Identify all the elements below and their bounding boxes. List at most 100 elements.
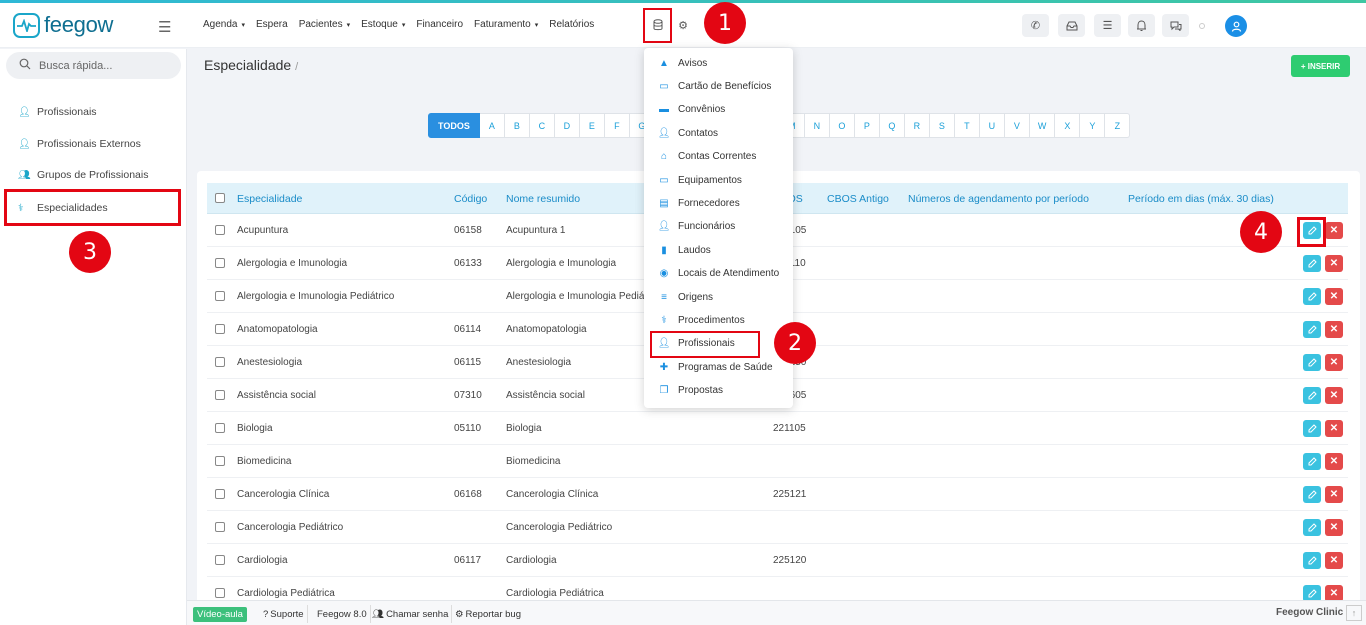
delete-button[interactable]: ✕ bbox=[1325, 321, 1343, 338]
nav-item-financeiro[interactable]: Financeiro bbox=[416, 19, 463, 30]
edit-button[interactable] bbox=[1303, 552, 1321, 569]
delete-button[interactable]: ✕ bbox=[1325, 255, 1343, 272]
delete-button[interactable]: ✕ bbox=[1325, 222, 1343, 239]
menu-item-convenios[interactable]: ▬ Convênios bbox=[658, 104, 725, 116]
nav-item-espera[interactable]: Espera bbox=[256, 19, 288, 30]
inbox-icon[interactable] bbox=[1058, 14, 1085, 37]
edit-button[interactable] bbox=[1303, 486, 1321, 503]
letter-filter-a[interactable]: A bbox=[479, 113, 505, 138]
menu-item-origens[interactable]: ≡ Origens bbox=[658, 291, 713, 303]
row-checkbox[interactable] bbox=[215, 456, 225, 466]
delete-button[interactable]: ✕ bbox=[1325, 519, 1343, 536]
menu-item-fornecedores[interactable]: ▤ Fornecedores bbox=[658, 197, 739, 209]
quick-search-input[interactable]: Busca rápida... bbox=[6, 52, 181, 79]
scroll-top-icon[interactable]: ↑ bbox=[1346, 605, 1362, 621]
delete-button[interactable]: ✕ bbox=[1325, 552, 1343, 569]
sidebar-item-profissionais-externos[interactable]: 👤︎ Profissionais Externos bbox=[18, 138, 141, 150]
th-cbos-antigo[interactable]: CBOS Antigo bbox=[827, 193, 889, 205]
delete-button[interactable]: ✕ bbox=[1325, 354, 1343, 371]
edit-button[interactable] bbox=[1303, 354, 1321, 371]
sidebar-item-grupos-de-profissionais[interactable]: 👥︎ Grupos de Profissionais bbox=[18, 169, 148, 181]
menu-item-cartao-de-beneficios[interactable]: ▭ Cartão de Benefícios bbox=[658, 80, 771, 92]
delete-button[interactable]: ✕ bbox=[1325, 288, 1343, 305]
phone-icon[interactable]: ✆ bbox=[1022, 14, 1049, 37]
letter-filter-n[interactable]: N bbox=[804, 113, 830, 138]
letter-filter-c[interactable]: C bbox=[529, 113, 555, 138]
th-codigo[interactable]: Código bbox=[454, 193, 487, 205]
edit-button[interactable] bbox=[1303, 255, 1321, 272]
delete-button[interactable]: ✕ bbox=[1325, 486, 1343, 503]
feegow-logo[interactable]: feegow bbox=[13, 12, 113, 38]
row-checkbox[interactable] bbox=[215, 258, 225, 268]
chamar-senha-button[interactable]: 👥︎ Chamar senha bbox=[369, 605, 453, 623]
table-row[interactable]: Biologia 05110 Biologia 221105 ✕ bbox=[207, 412, 1348, 445]
delete-button[interactable]: ✕ bbox=[1325, 420, 1343, 437]
th-numeros-agendamento[interactable]: Números de agendamento por período bbox=[908, 193, 1089, 205]
row-checkbox[interactable] bbox=[215, 423, 225, 433]
checklist-icon[interactable]: ☰ bbox=[1094, 14, 1121, 37]
letter-filter-y[interactable]: Y bbox=[1080, 113, 1106, 138]
menu-item-equipamentos[interactable]: ▭ Equipamentos bbox=[658, 174, 742, 186]
user-avatar-icon[interactable] bbox=[1225, 15, 1247, 37]
th-nome-resumido[interactable]: Nome resumido bbox=[506, 193, 580, 205]
menu-item-contatos[interactable]: 👤︎ Contatos bbox=[658, 127, 718, 139]
edit-button[interactable] bbox=[1303, 387, 1321, 404]
edit-button[interactable] bbox=[1303, 288, 1321, 305]
letter-filter-p[interactable]: P bbox=[854, 113, 880, 138]
table-row[interactable]: Biomedicina Biomedicina ✕ bbox=[207, 445, 1348, 478]
row-checkbox[interactable] bbox=[215, 522, 225, 532]
row-checkbox[interactable] bbox=[215, 324, 225, 334]
menu-item-locais-de-atendimento[interactable]: ◉ Locais de Atendimento bbox=[658, 268, 780, 280]
letter-filter-todos[interactable]: TODOS bbox=[428, 113, 480, 138]
bell-icon[interactable] bbox=[1128, 14, 1155, 37]
th-especialidade[interactable]: Especialidade bbox=[237, 193, 302, 205]
letter-filter-d[interactable]: D bbox=[554, 113, 580, 138]
menu-item-laudos[interactable]: ▮ Laudos bbox=[658, 244, 711, 256]
insert-button[interactable]: + INSERIR bbox=[1291, 55, 1350, 77]
settings-gear-icon[interactable]: ⚙ bbox=[671, 13, 695, 37]
reportar-bug-button[interactable]: ⚙ Reportar bug bbox=[452, 605, 524, 623]
letter-filter-e[interactable]: E bbox=[579, 113, 605, 138]
edit-button[interactable] bbox=[1303, 453, 1321, 470]
video-aula-button[interactable]: Vídeo-aula bbox=[193, 605, 247, 623]
nav-item-estoque[interactable]: Estoque ▾ bbox=[361, 19, 405, 30]
table-row[interactable]: Cancerologia Clínica 06168 Cancerologia Cl… bbox=[207, 478, 1348, 511]
edit-button[interactable] bbox=[1303, 321, 1321, 338]
menu-item-funcionarios[interactable]: 👤︎ Funcionários bbox=[658, 221, 736, 233]
delete-button[interactable]: ✕ bbox=[1325, 387, 1343, 404]
letter-filter-b[interactable]: B bbox=[504, 113, 530, 138]
letter-filter-u[interactable]: U bbox=[979, 113, 1005, 138]
row-checkbox[interactable] bbox=[215, 225, 225, 235]
letter-filter-f[interactable]: F bbox=[604, 113, 630, 138]
edit-button[interactable] bbox=[1303, 519, 1321, 536]
row-checkbox[interactable] bbox=[215, 489, 225, 499]
letter-filter-r[interactable]: R bbox=[904, 113, 930, 138]
th-periodo-dias[interactable]: Período em dias (máx. 30 dias) bbox=[1128, 193, 1274, 205]
menu-item-contas-correntes[interactable]: ⌂ Contas Correntes bbox=[658, 151, 756, 163]
letter-filter-o[interactable]: O bbox=[829, 113, 855, 138]
menu-item-avisos[interactable]: ▲ Avisos bbox=[658, 57, 707, 69]
select-all-checkbox[interactable] bbox=[215, 193, 225, 203]
nav-item-relat-rios[interactable]: Relatórios bbox=[549, 19, 594, 30]
letter-filter-s[interactable]: S bbox=[929, 113, 955, 138]
row-checkbox[interactable] bbox=[215, 555, 225, 565]
edit-button[interactable] bbox=[1303, 420, 1321, 437]
suporte-button[interactable]: ? Suporte bbox=[260, 605, 308, 623]
chat-icon[interactable] bbox=[1162, 14, 1189, 37]
menu-item-programas-de-saude[interactable]: ✚ Programas de Saúde bbox=[658, 361, 773, 373]
menu-item-propostas[interactable]: ❐ Propostas bbox=[658, 385, 724, 397]
menu-item-procedimentos[interactable]: ⚕ Procedimentos bbox=[658, 314, 744, 326]
row-checkbox[interactable] bbox=[215, 588, 225, 598]
sidebar-item-profissionais[interactable]: 👤︎ Profissionais bbox=[18, 106, 97, 118]
table-row[interactable]: Cardiologia 06117 Cardiologia 225120 ✕ bbox=[207, 544, 1348, 577]
letter-filter-v[interactable]: V bbox=[1004, 113, 1030, 138]
letter-filter-q[interactable]: Q bbox=[879, 113, 905, 138]
letter-filter-z[interactable]: Z bbox=[1105, 113, 1131, 138]
letter-filter-t[interactable]: T bbox=[954, 113, 980, 138]
letter-filter-w[interactable]: W bbox=[1029, 113, 1056, 138]
nav-item-faturamento[interactable]: Faturamento ▾ bbox=[474, 19, 538, 30]
row-checkbox[interactable] bbox=[215, 357, 225, 367]
letter-filter-x[interactable]: X bbox=[1055, 113, 1081, 138]
row-checkbox[interactable] bbox=[215, 390, 225, 400]
table-row[interactable]: Cancerologia Pediátrico Cancerologia Pedi… bbox=[207, 511, 1348, 544]
